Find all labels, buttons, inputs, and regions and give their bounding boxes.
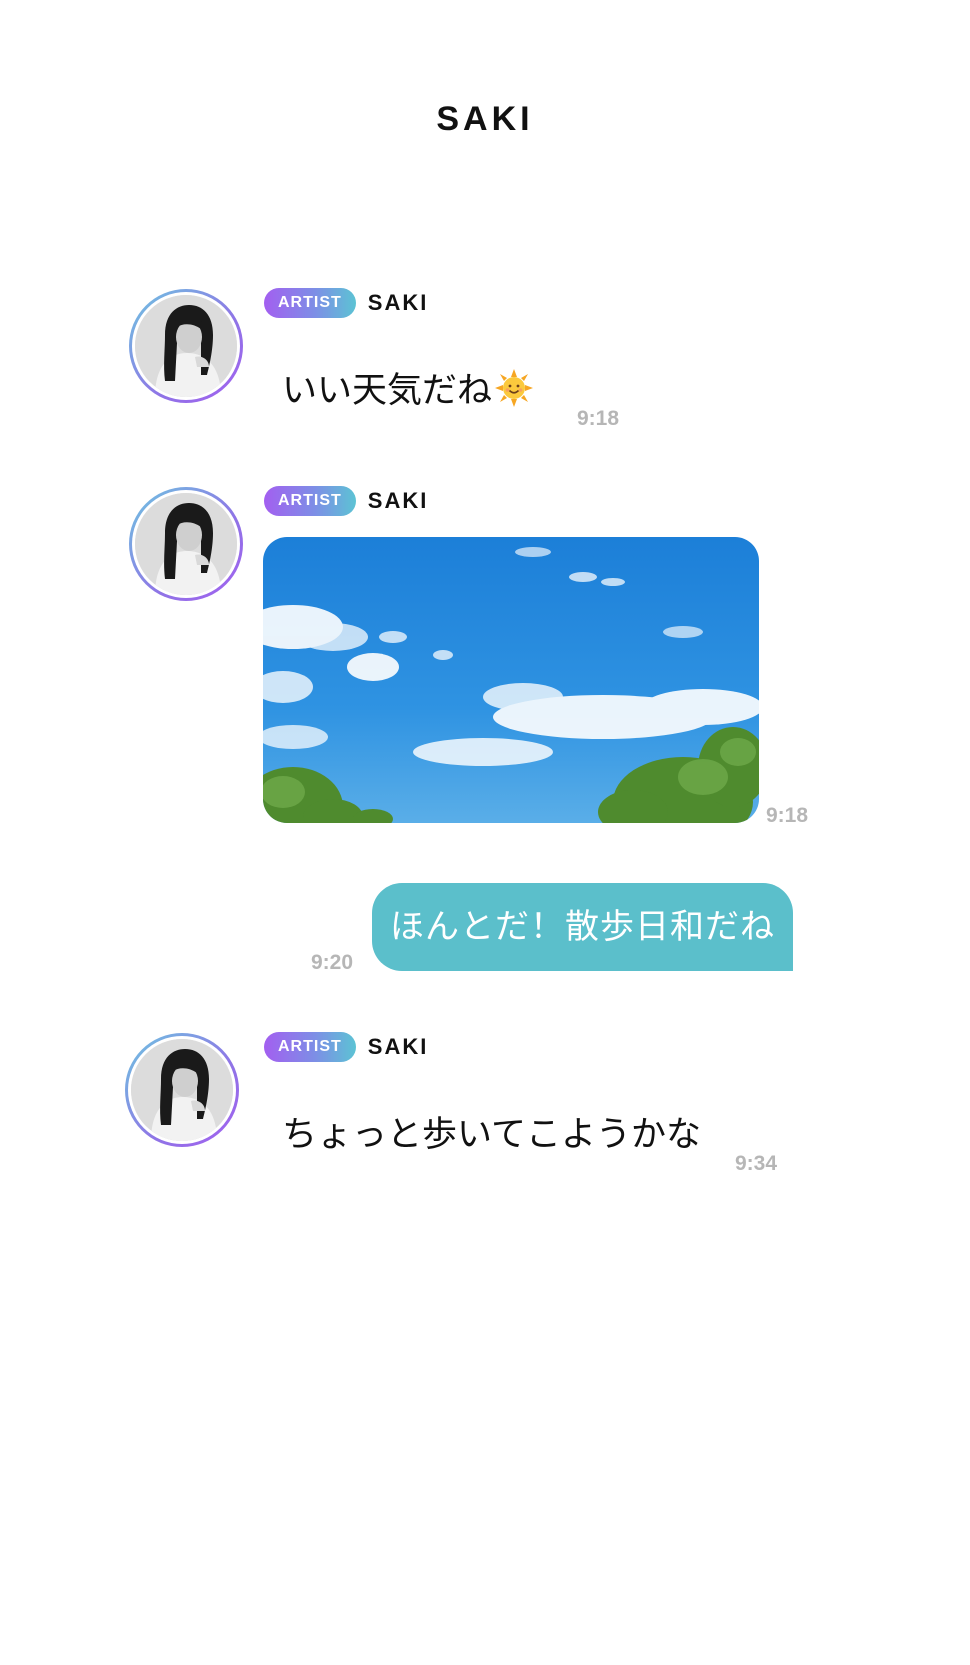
sent-message-bubble: ほんとだ！散歩日和だね bbox=[372, 883, 793, 971]
chat-title: SAKI bbox=[436, 100, 534, 138]
artist-badge: ARTIST bbox=[264, 1032, 356, 1062]
artist-avatar-photo bbox=[131, 1039, 233, 1141]
artist-avatar[interactable] bbox=[129, 487, 243, 601]
message-time: 9:34 bbox=[735, 1152, 778, 1175]
message-time: 9:18 bbox=[766, 804, 809, 827]
message-photo[interactable] bbox=[263, 537, 759, 823]
sender-name: SAKI bbox=[367, 488, 429, 513]
message-text-content: いい天気だね bbox=[282, 371, 493, 411]
message-time: 9:20 bbox=[311, 951, 354, 974]
message-text: ちょっと歩いてこようかな bbox=[282, 1115, 701, 1155]
artist-avatar[interactable] bbox=[129, 289, 243, 403]
artist-avatar[interactable] bbox=[125, 1033, 239, 1147]
artist-avatar-photo bbox=[135, 295, 237, 397]
sender-row: ARTIST SAKI bbox=[264, 1032, 428, 1062]
artist-avatar-photo bbox=[135, 493, 237, 595]
sender-name: SAKI bbox=[367, 290, 429, 315]
artist-badge: ARTIST bbox=[264, 288, 356, 318]
sun-with-face-icon bbox=[495, 369, 534, 407]
artist-badge: ARTIST bbox=[264, 486, 356, 516]
sender-row: ARTIST SAKI bbox=[264, 486, 428, 516]
sender-row: ARTIST SAKI bbox=[264, 288, 428, 318]
message-text: いい天気だね bbox=[282, 362, 534, 413]
sky-photo bbox=[263, 537, 759, 823]
message-time: 9:18 bbox=[577, 407, 620, 430]
sender-name: SAKI bbox=[367, 1034, 429, 1059]
